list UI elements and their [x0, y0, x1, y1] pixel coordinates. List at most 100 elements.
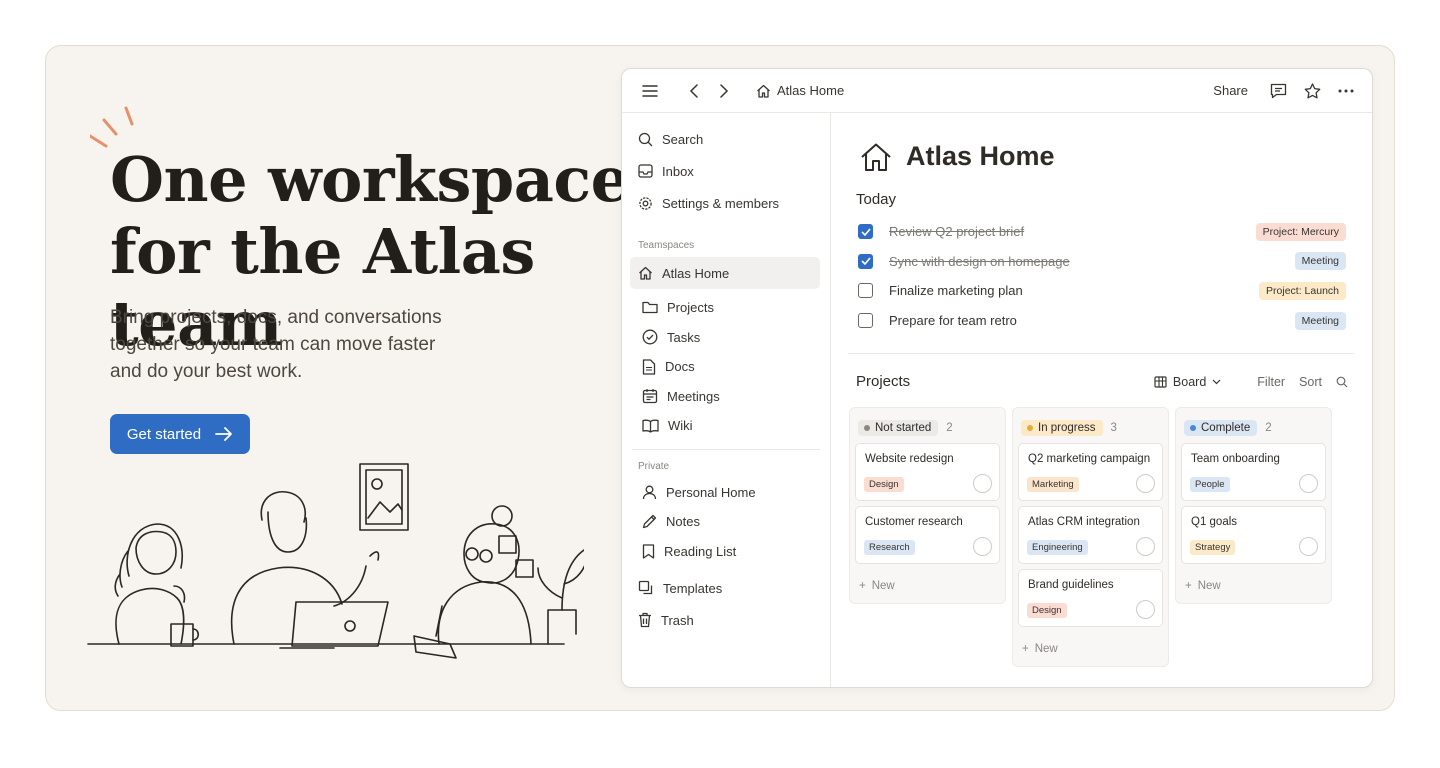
task-checkbox[interactable] — [858, 283, 873, 299]
sidebar-item-templates[interactable]: Templates — [622, 572, 830, 604]
hero-panel: One workspace for the Atlas team Bring p… — [45, 45, 1395, 711]
share-button[interactable]: Share — [1213, 83, 1248, 98]
board-column-not-started: Not started 2 Website redesign Design Cu… — [849, 407, 1006, 604]
column-header: Not started 2 — [858, 416, 1000, 440]
new-label: New — [871, 580, 895, 592]
menu-icon[interactable] — [638, 79, 662, 103]
breadcrumb-label: Atlas Home — [777, 83, 845, 98]
sidebar-item-projects[interactable]: Projects — [622, 293, 830, 323]
sidebar-item-label: Wiki — [668, 418, 693, 434]
sort-button[interactable]: Sort — [1299, 375, 1322, 389]
project-card[interactable]: Brand guidelines Design — [1018, 569, 1163, 627]
book-icon — [642, 419, 659, 433]
status-label: Complete — [1201, 422, 1251, 434]
sidebar-item-meetings[interactable]: Meetings — [622, 382, 830, 412]
project-card[interactable]: Atlas CRM integration Engineering — [1018, 506, 1163, 564]
avatar — [1136, 600, 1155, 619]
task-tag: Meeting — [1294, 252, 1346, 271]
new-card-button[interactable]: + New — [1018, 632, 1163, 666]
task-row: Prepare for team retro Meeting — [858, 306, 1346, 336]
sidebar-item-wiki[interactable]: Wiki — [622, 411, 830, 441]
card-tag: Design — [1027, 603, 1067, 618]
sidebar-item-label: Personal Home — [666, 484, 756, 500]
sidebar-divider — [632, 448, 820, 450]
templates-icon — [638, 580, 653, 595]
task-list: Review Q2 project brief Project: Mercury… — [858, 217, 1346, 335]
search-icon — [638, 132, 653, 146]
plus-icon: + — [1185, 580, 1192, 592]
column-count: 2 — [946, 422, 953, 434]
get-started-button[interactable]: Get started — [110, 414, 250, 454]
sidebar-item-label: Tasks — [667, 329, 701, 345]
board-view-button[interactable]: Board — [1154, 375, 1221, 389]
project-card[interactable]: Website redesign Design — [855, 443, 1000, 501]
page-title: Atlas Home — [860, 141, 1055, 172]
back-arrow-icon[interactable] — [682, 79, 706, 103]
project-card[interactable]: Q1 goals Strategy — [1181, 506, 1326, 564]
breadcrumb[interactable]: Atlas Home — [756, 83, 844, 98]
status-dot — [1190, 425, 1196, 431]
section-divider — [848, 353, 1354, 354]
sidebar-item-search[interactable]: Search — [622, 123, 830, 155]
task-text: Sync with design on homepage — [889, 253, 1070, 269]
avatar — [1299, 474, 1318, 493]
task-text: Review Q2 project brief — [889, 224, 1025, 240]
status-dot — [1027, 425, 1033, 431]
sidebar-item-trash[interactable]: Trash — [622, 604, 830, 636]
sidebar-item-inbox[interactable]: Inbox — [622, 155, 830, 187]
avatar — [973, 537, 992, 556]
sidebar-item-atlas-home[interactable]: Atlas Home — [630, 257, 820, 289]
task-text: Finalize marketing plan — [889, 283, 1023, 299]
sidebar-item-reading-list[interactable]: Reading List — [622, 537, 830, 567]
sidebar-item-label: Docs — [665, 359, 695, 375]
card-title: Brand guidelines — [1028, 579, 1114, 591]
project-card[interactable]: Q2 marketing campaign Marketing — [1018, 443, 1163, 501]
card-title: Team onboarding — [1191, 453, 1280, 465]
column-count: 3 — [1110, 422, 1117, 434]
filter-button[interactable]: Filter — [1257, 375, 1285, 389]
person-icon — [642, 485, 657, 499]
sidebar-item-docs[interactable]: Docs — [622, 352, 830, 382]
sidebar-item-label: Notes — [666, 514, 700, 530]
sidebar-item-notes[interactable]: Notes — [622, 507, 830, 537]
project-card[interactable]: Team onboarding People — [1181, 443, 1326, 501]
home-icon — [639, 266, 652, 280]
sidebar-item-label: Trash — [661, 612, 694, 628]
forward-arrow-icon[interactable] — [712, 79, 736, 103]
teamspaces-label: Teamspaces — [638, 240, 695, 251]
status-label: In progress — [1038, 422, 1096, 434]
more-icon[interactable] — [1334, 79, 1358, 103]
new-card-button[interactable]: + New — [1181, 569, 1326, 603]
card-title: Q1 goals — [1191, 516, 1238, 528]
new-label: New — [1034, 643, 1058, 655]
sidebar-item-settings[interactable]: Settings & members — [622, 187, 830, 219]
task-checkbox[interactable] — [858, 253, 873, 269]
trash-icon — [639, 612, 651, 628]
chevron-down-icon — [1212, 379, 1221, 385]
pencil-icon — [642, 515, 657, 529]
check-circle-icon — [642, 329, 658, 345]
sidebar-item-label: Templates — [663, 580, 723, 596]
grid-icon — [1154, 376, 1167, 388]
task-checkbox[interactable] — [858, 313, 873, 329]
check-icon — [860, 228, 871, 236]
search-icon[interactable] — [1336, 376, 1348, 388]
sidebar-item-label: Projects — [667, 300, 714, 316]
sidebar-item-tasks[interactable]: Tasks — [622, 323, 830, 353]
task-row: Finalize marketing plan Project: Launch — [858, 276, 1346, 306]
board-view-label: Board — [1172, 375, 1207, 389]
task-tag: Project: Mercury — [1255, 222, 1346, 241]
folder-icon — [642, 302, 658, 314]
comment-icon[interactable] — [1266, 79, 1290, 103]
card-title: Customer research — [865, 516, 963, 528]
home-icon — [757, 84, 770, 98]
status-badge: In progress — [1021, 420, 1103, 436]
card-title: Q2 marketing campaign — [1028, 453, 1151, 465]
sidebar-item-personal-home[interactable]: Personal Home — [622, 478, 830, 508]
star-icon[interactable] — [1300, 79, 1324, 103]
new-card-button[interactable]: + New — [855, 569, 1000, 603]
task-row: Sync with design on homepage Meeting — [858, 247, 1346, 277]
today-heading: Today — [856, 191, 897, 208]
task-checkbox[interactable] — [858, 224, 873, 240]
project-card[interactable]: Customer research Research — [855, 506, 1000, 564]
